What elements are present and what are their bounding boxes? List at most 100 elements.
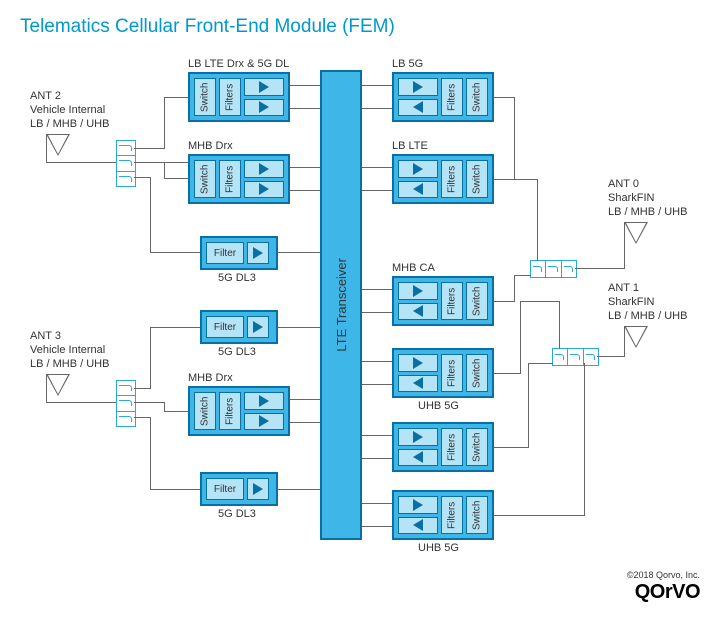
ant2-stem bbox=[46, 134, 47, 162]
amp-cell bbox=[398, 99, 438, 117]
wire bbox=[520, 301, 560, 302]
wire bbox=[528, 363, 553, 364]
splitter-ant0 bbox=[530, 260, 577, 278]
wire bbox=[362, 526, 392, 527]
wire bbox=[537, 179, 538, 261]
amp-cell bbox=[247, 316, 269, 338]
switch-cell: Switch bbox=[466, 428, 488, 466]
wire bbox=[362, 85, 392, 86]
switch-cell: Switch bbox=[466, 282, 488, 320]
module-5g-dl3-1: Filter bbox=[200, 236, 278, 270]
wire bbox=[150, 252, 200, 253]
wire bbox=[150, 417, 151, 489]
module-extra: Switch Filters bbox=[392, 348, 494, 398]
ant2-icon bbox=[46, 134, 70, 156]
module-5g-dl3-3: Filter bbox=[200, 472, 278, 506]
amp-cell bbox=[244, 181, 284, 199]
filters-cell: Filters bbox=[441, 282, 463, 320]
wire bbox=[559, 301, 560, 349]
wire bbox=[514, 275, 531, 276]
switch-cell: Switch bbox=[466, 160, 488, 198]
amp-cell bbox=[398, 181, 438, 199]
wire bbox=[494, 301, 514, 302]
amp-cell bbox=[244, 78, 284, 96]
filter-cell: Filter bbox=[206, 316, 244, 338]
amp-cell bbox=[244, 99, 284, 117]
wire bbox=[290, 422, 320, 423]
ant3-icon bbox=[46, 374, 70, 396]
ant0-stem bbox=[624, 222, 625, 250]
wire bbox=[290, 108, 320, 109]
filters-cell: Filters bbox=[441, 354, 463, 392]
module-lb-5g: Switch Filters bbox=[392, 72, 494, 122]
wire bbox=[46, 162, 116, 163]
switch-cell: Switch bbox=[466, 496, 488, 534]
ant1-stem bbox=[624, 326, 625, 354]
r5-label: UHB 5G bbox=[418, 542, 459, 554]
wire bbox=[514, 275, 515, 302]
wire bbox=[494, 179, 538, 180]
wire bbox=[290, 190, 320, 191]
module-mhb-ca: Switch Filters bbox=[392, 276, 494, 326]
amp-cell bbox=[398, 160, 438, 178]
wire bbox=[494, 97, 514, 98]
wire bbox=[290, 85, 320, 86]
wire bbox=[362, 435, 392, 436]
amp-cell bbox=[244, 413, 284, 431]
m2-label: MHB Drx bbox=[188, 140, 233, 152]
m1-label: LB LTE Drx & 5G DL bbox=[188, 58, 289, 70]
wire bbox=[362, 289, 392, 290]
module-lb-lte-drx: Switch Filters bbox=[188, 72, 290, 122]
module-lb-lte: Switch Filters bbox=[392, 154, 494, 204]
wire bbox=[278, 252, 320, 253]
module-uhb-5g-2: Switch Filters bbox=[392, 490, 494, 540]
filters-cell: Filters bbox=[219, 160, 241, 198]
wire bbox=[164, 411, 188, 412]
amp-cell bbox=[398, 282, 438, 300]
m6-label: 5G DL3 bbox=[218, 508, 256, 520]
ant1-icon bbox=[624, 326, 648, 348]
splitter-ant2 bbox=[116, 140, 136, 187]
filters-cell: Filters bbox=[219, 78, 241, 116]
ant1-label: ANT 1 SharkFIN LB / MHB / UHB bbox=[608, 282, 687, 323]
wire bbox=[362, 503, 392, 504]
wire bbox=[584, 363, 585, 516]
wire bbox=[494, 515, 584, 516]
wire bbox=[134, 402, 164, 403]
wire bbox=[150, 489, 200, 490]
wire bbox=[164, 97, 165, 149]
wire bbox=[575, 268, 625, 269]
amp-cell bbox=[244, 160, 284, 178]
filters-cell: Filters bbox=[441, 428, 463, 466]
amp-cell bbox=[244, 392, 284, 410]
switch-cell: Switch bbox=[194, 78, 216, 116]
qorvo-logo: QOrVO bbox=[635, 581, 700, 604]
wire bbox=[164, 97, 188, 98]
ant0-icon bbox=[624, 222, 648, 244]
wire bbox=[362, 312, 392, 313]
module-5g-dl3-2: Filter bbox=[200, 310, 278, 344]
wire bbox=[528, 363, 529, 448]
copyright-text: ©2018 Qorvo, Inc. bbox=[627, 570, 700, 580]
wire bbox=[520, 301, 521, 374]
wire bbox=[134, 148, 164, 149]
switch-cell: Switch bbox=[466, 78, 488, 116]
filters-cell: Filters bbox=[441, 160, 463, 198]
ant3-label: ANT 3 Vehicle Internal LB / MHB / UHB bbox=[30, 330, 109, 371]
module-uhb-5g-1: Switch Filters bbox=[392, 422, 494, 472]
wire bbox=[164, 178, 188, 179]
wire bbox=[362, 167, 392, 168]
wire bbox=[362, 458, 392, 459]
amp-cell bbox=[398, 428, 438, 446]
wire bbox=[514, 97, 515, 179]
wire bbox=[150, 327, 200, 328]
wire bbox=[134, 177, 150, 178]
amp-cell bbox=[247, 242, 269, 264]
wire bbox=[150, 327, 151, 389]
amp-cell bbox=[398, 303, 438, 321]
module-mhb-drx-2: Switch Filters bbox=[188, 386, 290, 436]
switch-cell: Switch bbox=[194, 392, 216, 430]
splitter-ant1 bbox=[552, 348, 599, 366]
wire bbox=[290, 399, 320, 400]
wire bbox=[494, 447, 528, 448]
